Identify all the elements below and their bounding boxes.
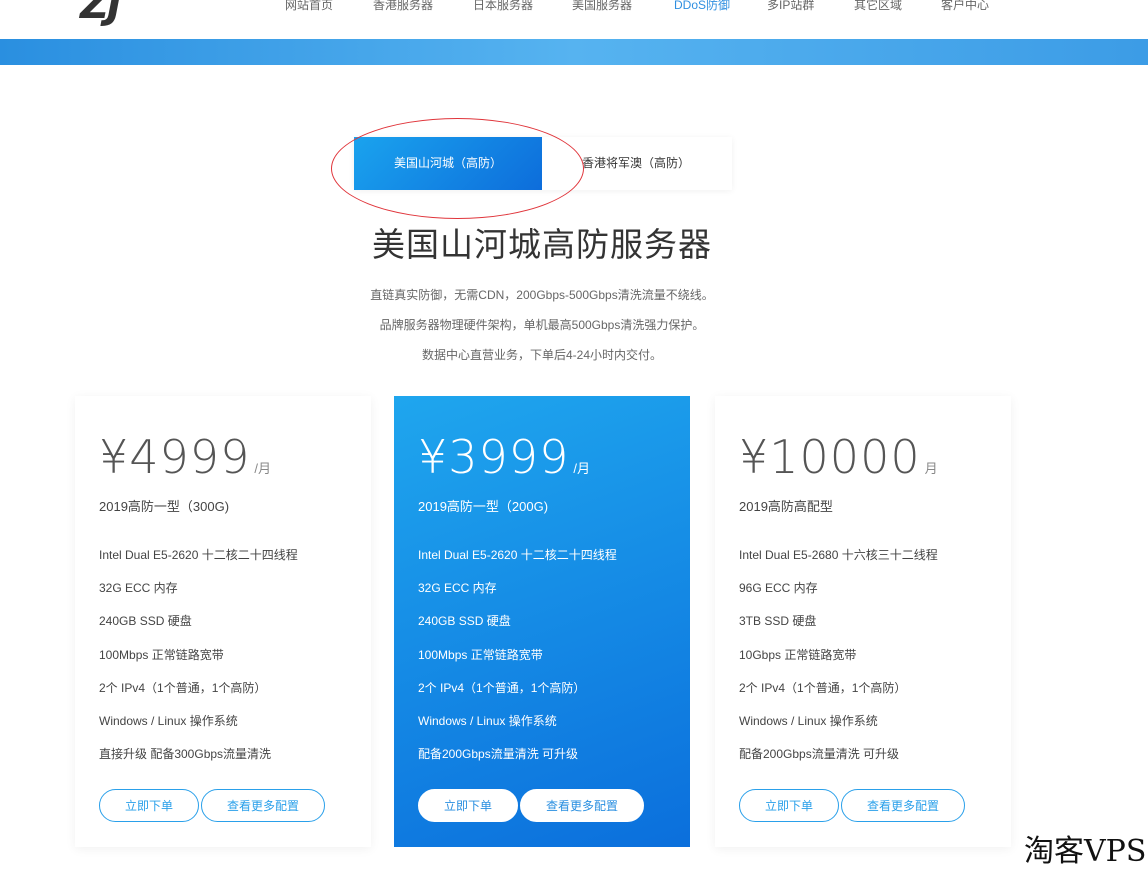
spec-cpu: Intel Dual E5-2620 十二核二十四线程 [418, 548, 617, 562]
nav-item-multi-ip[interactable]: 多IP站群 [767, 0, 814, 13]
spec-memory: 96G ECC 内存 [739, 581, 818, 596]
plan-price: ¥3999 [418, 430, 570, 484]
top-header: ZJ 网站首页 香港服务器 日本服务器 美国服务器 DDoS防御 多IP站群 其… [0, 0, 1148, 39]
tab-hk-tseung-kwan-o[interactable]: 香港将军澳（高防） [542, 137, 732, 190]
page-title: 美国山河城高防服务器 [372, 226, 712, 263]
tab-us-shanhecheng[interactable]: 美国山河城（高防） [354, 137, 542, 190]
nav-item-ddos[interactable]: DDoS防御 [674, 0, 730, 13]
price-unit: /月 [573, 461, 590, 476]
spec-os: Windows / Linux 操作系统 [739, 713, 878, 728]
spec-os: Windows / Linux 操作系统 [418, 713, 557, 728]
spec-bandwidth: 100Mbps 正常链路宽带 [99, 647, 224, 662]
price-unit: /月 [254, 461, 271, 476]
order-button[interactable]: 立即下单 [739, 789, 839, 822]
plan-price: ¥4999 [99, 430, 251, 484]
plan-card: ¥10000 月 2019高防高配型 Intel Dual E5-2680 十六核… [715, 396, 1011, 847]
plan-name: 2019高防一型（300G) [99, 499, 230, 514]
price-row: ¥3999/月 [418, 430, 590, 484]
spec-ip: 2个 IPv4（1个普通，1个高防） [418, 680, 586, 695]
watermark-text: 淘客VPS [1024, 834, 1147, 869]
spec-ip: 2个 IPv4（1个普通，1个高防） [99, 680, 267, 695]
plan-name: 2019高防高配型 [739, 499, 833, 514]
more-config-button[interactable]: 查看更多配置 [520, 789, 644, 822]
spec-os: Windows / Linux 操作系统 [99, 713, 238, 728]
spec-bandwidth: 100Mbps 正常链路宽带 [418, 647, 543, 662]
nav-item-jp-servers[interactable]: 日本服务器 [473, 0, 533, 13]
order-button[interactable]: 立即下单 [99, 789, 199, 822]
plan-name: 2019高防一型（200G) [418, 499, 549, 514]
spec-protection: 直接升级 配备300Gbps流量清洗 [99, 747, 272, 762]
spec-cpu: Intel Dual E5-2680 十六核三十二线程 [739, 548, 938, 562]
nav-item-other-regions[interactable]: 其它区域 [854, 0, 902, 13]
spec-cpu: Intel Dual E5-2620 十二核二十四线程 [99, 548, 298, 562]
price-unit: 月 [924, 461, 938, 476]
spec-memory: 32G ECC 内存 [99, 581, 178, 596]
nav-item-client-center[interactable]: 客户中心 [941, 0, 989, 13]
main-nav: 网站首页 香港服务器 日本服务器 美国服务器 DDoS防御 多IP站群 其它区域… [0, 0, 1148, 16]
more-config-button[interactable]: 查看更多配置 [841, 789, 965, 822]
location-tabs: 美国山河城（高防） 香港将军澳（高防） [354, 137, 732, 190]
description-line-2: 品牌服务器物理硬件架构，单机最高500Gbps清洗强力保护。 [379, 318, 705, 332]
spec-disk: 240GB SSD 硬盘 [99, 614, 192, 629]
spec-protection: 配备200Gbps流量清洗 可升级 [739, 747, 900, 762]
spec-disk: 240GB SSD 硬盘 [418, 614, 511, 629]
plan-price: ¥10000 [739, 430, 921, 484]
spec-ip: 2个 IPv4（1个普通，1个高防） [739, 680, 907, 695]
spec-protection: 配备200Gbps流量清洗 可升级 [418, 747, 579, 762]
nav-item-us-servers[interactable]: 美国服务器 [572, 0, 632, 13]
price-row: ¥4999/月 [99, 430, 271, 484]
plan-card: ¥4999/月 2019高防一型（300G) Intel Dual E5-262… [75, 396, 371, 847]
spec-bandwidth: 10Gbps 正常链路宽带 [739, 647, 857, 662]
plan-card-featured: ¥3999/月 2019高防一型（200G) Intel Dual E5-262… [394, 396, 690, 847]
description-line-3: 数据中心直营业务，下单后4-24小时内交付。 [421, 348, 663, 362]
spec-list: Intel Dual E5-2680 十六核三十二线程 96G ECC 内存 3… [739, 546, 938, 778]
nav-item-home[interactable]: 网站首页 [285, 0, 333, 13]
spec-list: Intel Dual E5-2620 十二核二十四线程 32G ECC 内存 2… [418, 546, 617, 778]
more-config-button[interactable]: 查看更多配置 [201, 789, 325, 822]
banner-strip [0, 39, 1148, 65]
spec-disk: 3TB SSD 硬盘 [739, 614, 817, 629]
spec-list: Intel Dual E5-2620 十二核二十四线程 32G ECC 内存 2… [99, 546, 298, 778]
spec-memory: 32G ECC 内存 [418, 581, 497, 596]
price-row: ¥10000 月 [739, 430, 938, 484]
nav-item-hk-servers[interactable]: 香港服务器 [373, 0, 433, 13]
description-line-1: 直链真实防御，无需CDN，200Gbps-500Gbps清洗流量不绕线。 [370, 288, 714, 302]
order-button[interactable]: 立即下单 [418, 789, 518, 822]
